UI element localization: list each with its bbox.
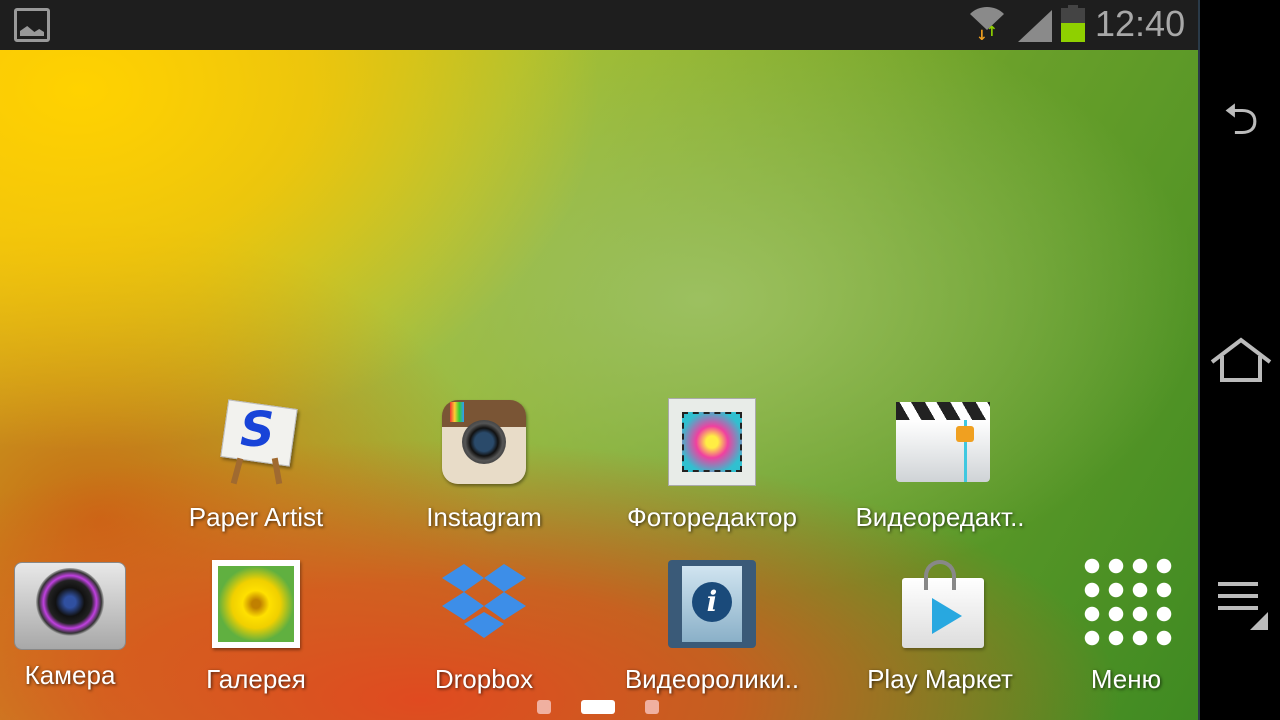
app-label: Instagram [426,502,542,532]
app-videos[interactable]: i Видеоролики.. [602,558,822,695]
app-label: Видеоролики.. [624,664,800,694]
app-label: Меню [1090,664,1162,694]
gallery-icon [210,558,302,650]
app-dropbox[interactable]: Dropbox [374,558,594,695]
page-indicator-3[interactable] [645,700,659,714]
paper-artist-icon: S [210,396,302,488]
app-label: Видеоредакт.. [855,502,1025,532]
apps-grid-icon [1080,554,1172,650]
app-label: Галерея [206,664,306,694]
back-icon: ⮌ [1223,94,1259,145]
signal-icon [1018,10,1052,42]
dropbox-icon [438,558,530,650]
upload-arrow-icon: ↑ [986,24,998,40]
home-icon [1210,337,1272,382]
battery-icon [1061,5,1085,42]
app-gallery[interactable]: Галерея [146,558,366,695]
play-store-icon [894,558,986,650]
app-label: Фоторедактор [627,502,797,532]
gallery-image-icon [14,8,50,42]
menu-button[interactable] [1208,572,1274,632]
menu-icon [1218,582,1268,630]
status-bar[interactable]: ↓ ↑ 12:40 [0,0,1198,50]
home-screen-wallpaper: ↓ ↑ 12:40 S Paper Artist Instagram Фотор… [0,0,1198,720]
app-menu[interactable]: Меню [1016,554,1198,695]
page-indicator-1[interactable] [537,700,551,714]
app-instagram[interactable]: Instagram [374,396,594,533]
photo-editor-icon [666,396,758,488]
app-paper-artist[interactable]: S Paper Artist [146,396,366,533]
app-label: Dropbox [434,664,534,694]
navigation-bar: ⮌ [1198,0,1280,720]
video-editor-icon [894,396,990,488]
app-photo-editor[interactable]: Фоторедактор [602,396,822,533]
page-indicator-2-active[interactable] [581,700,615,714]
instagram-icon [438,396,530,488]
back-button[interactable]: ⮌ [1208,90,1274,150]
home-button[interactable] [1208,332,1274,392]
app-label: Paper Artist [188,502,324,532]
app-video-editor[interactable]: Видеоредакт.. [830,396,1050,533]
clock: 12:40 [1095,3,1186,44]
videos-icon: i [666,558,758,650]
camera-icon [14,554,126,650]
